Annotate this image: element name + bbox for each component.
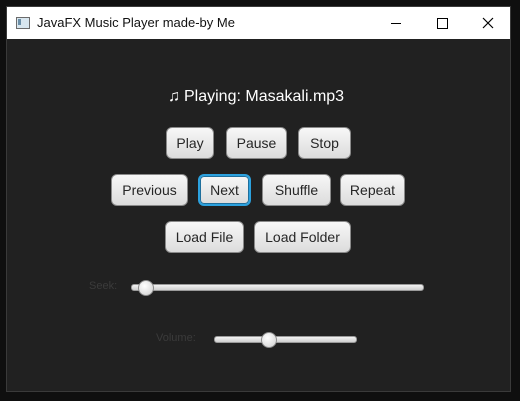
music-player-window: JavaFX Music Player made-by Me ♫ Playing:… <box>7 7 510 391</box>
title-bar[interactable]: JavaFX Music Player made-by Me <box>7 7 510 39</box>
repeat-button[interactable]: Repeat <box>340 174 405 206</box>
app-icon <box>16 17 30 29</box>
maximize-icon <box>436 17 448 29</box>
close-icon <box>482 17 494 29</box>
load-file-button[interactable]: Load File <box>165 221 244 253</box>
seek-slider-thumb[interactable] <box>138 280 155 296</box>
previous-button[interactable]: Previous <box>111 174 188 206</box>
volume-slider-thumb[interactable] <box>261 332 278 348</box>
now-playing-label: ♫ Playing: Masakali.mp3 <box>168 88 344 106</box>
close-button[interactable] <box>465 7 510 39</box>
maximize-button[interactable] <box>419 7 465 39</box>
seek-slider[interactable] <box>131 284 424 291</box>
window-title: JavaFX Music Player made-by Me <box>37 15 235 30</box>
seek-label: Seek: <box>89 280 118 292</box>
next-button[interactable]: Next <box>198 174 251 206</box>
load-folder-button[interactable]: Load Folder <box>254 221 351 253</box>
play-button[interactable]: Play <box>166 127 214 159</box>
volume-slider[interactable] <box>214 336 357 343</box>
volume-label: Volume: <box>156 332 196 344</box>
shuffle-button[interactable]: Shuffle <box>262 174 331 206</box>
minimize-button[interactable] <box>373 7 419 39</box>
minimize-icon <box>391 22 401 24</box>
now-playing-text: Playing: Masakali.mp3 <box>184 88 345 105</box>
stop-button[interactable]: Stop <box>298 127 351 159</box>
pause-button[interactable]: Pause <box>226 127 287 159</box>
music-note-icon: ♫ <box>168 88 180 105</box>
player-content: ♫ Playing: Masakali.mp3 Play Pause Stop P… <box>7 39 510 391</box>
